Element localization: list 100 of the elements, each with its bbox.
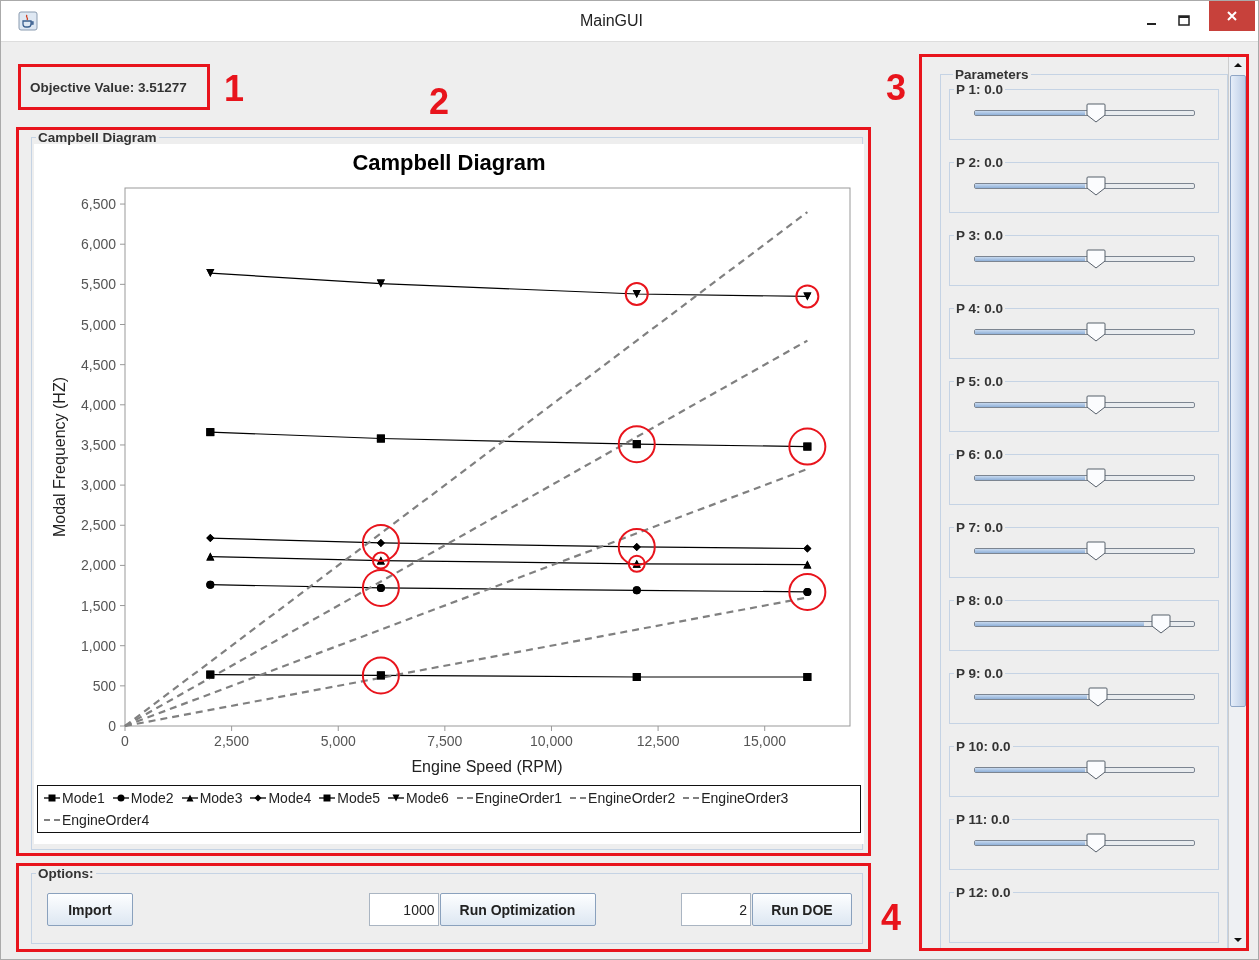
slider-thumb[interactable]: [1085, 103, 1106, 123]
slider-label: P 3: 0.0: [955, 228, 1005, 243]
highlight-circle: [617, 425, 656, 464]
slider-thumb[interactable]: [1087, 687, 1108, 707]
close-icon: [1226, 10, 1238, 22]
chart-title: Campbell Diagram: [352, 150, 546, 175]
point: [632, 586, 641, 595]
legend-label: Mode3: [199, 790, 243, 806]
marker-line-icon: [318, 793, 337, 803]
legend-label: EngineOrder2: [588, 790, 676, 806]
slider-thumb[interactable]: [1085, 833, 1106, 853]
slider-thumb[interactable]: [1085, 176, 1106, 196]
legend-label: Mode5: [337, 790, 381, 806]
legend-label: EngineOrder1: [474, 790, 563, 806]
y-tick-label: 0: [108, 718, 116, 734]
panel-title: Options:: [37, 866, 95, 881]
y-tick-label: 2,000: [80, 557, 116, 574]
y-tick-label: 4,000: [80, 396, 116, 413]
x-tick-label: 10,000: [530, 733, 573, 749]
slider-thumb[interactable]: [1085, 322, 1106, 342]
point: [206, 580, 215, 589]
y-tick-label: 5,000: [80, 316, 116, 333]
x-tick-label: 7,500: [427, 733, 463, 749]
slider-label: P 4: 0.0: [955, 301, 1005, 316]
y-tick-label: 500: [92, 677, 116, 694]
x-tick-label: 12,500: [636, 733, 680, 749]
point: [803, 673, 812, 682]
window-title: MainGUI: [579, 12, 644, 30]
run-doe-button[interactable]: Run DOE: [752, 893, 852, 926]
legend-label: Mode2: [130, 790, 174, 806]
highlight-circle: [624, 282, 649, 306]
legend-label: Mode1: [62, 790, 105, 806]
point: [376, 279, 385, 288]
legend-label: Mode6: [406, 790, 449, 806]
y-tick-label: 5,500: [80, 276, 116, 293]
scrollbar-thumb[interactable]: [1229, 75, 1246, 707]
slider-label: P 9: 0.0: [955, 666, 1005, 681]
callout-number: 3: [886, 70, 907, 106]
y-tick-label: 3,500: [80, 436, 116, 453]
import-button[interactable]: Import: [47, 893, 133, 926]
point: [803, 544, 812, 553]
slider-label: P 10: 0.0: [955, 739, 1012, 754]
slider-thumb[interactable]: [1085, 468, 1106, 488]
y-tick-label: 2,500: [80, 517, 116, 534]
slider-label: P 2: 0.0: [955, 155, 1005, 170]
callout-number: 1: [224, 71, 245, 107]
slider-label: P 11: 0.0: [955, 812, 1011, 827]
highlight-circle: [795, 284, 820, 309]
x-tick-label: 15,000: [743, 733, 787, 749]
coffee-cup-icon: [18, 11, 38, 31]
point: [206, 428, 215, 437]
marker-line-icon: [180, 793, 199, 803]
marker-line-icon: [43, 793, 61, 803]
slider-label: P 6: 0.0: [955, 447, 1005, 462]
x-tick-label: 5,000: [320, 733, 356, 749]
legend-label: EngineOrder4: [62, 812, 150, 828]
slider-thumb[interactable]: [1085, 395, 1106, 415]
point: [206, 269, 215, 278]
y-tick-label: 6,000: [80, 236, 116, 253]
point: [206, 534, 215, 543]
slider-label: P 7: 0.0: [955, 520, 1005, 535]
run-optimization-button[interactable]: Run Optimization: [439, 893, 596, 926]
slider-thumb[interactable]: [1151, 614, 1172, 634]
maximize-icon[interactable]: [1177, 14, 1191, 28]
x-tick-label: 0: [121, 733, 129, 749]
point: [206, 552, 215, 561]
point: [206, 670, 215, 679]
slider-thumb[interactable]: [1085, 541, 1106, 561]
highlight-circle: [361, 656, 400, 695]
marker-line-icon: [387, 793, 406, 803]
x-axis-label: Engine Speed (RPM): [411, 758, 563, 775]
highlight-circle: [788, 572, 827, 611]
close-button[interactable]: [1209, 1, 1255, 31]
legend-label: Mode4: [268, 790, 312, 806]
doe-count-field[interactable]: 2: [681, 893, 751, 926]
slider-label: P 1: 0.0: [955, 82, 1005, 97]
legend-label: EngineOrder3: [701, 790, 789, 806]
marker-line-icon: [249, 793, 268, 803]
marker-line-icon: [111, 793, 130, 803]
objective-value: Objective Value: 3.51277: [30, 79, 187, 95]
slider-thumb[interactable]: [1085, 760, 1106, 780]
panel-title: Campbell Diagram: [37, 130, 158, 145]
x-tick-label: 2,500: [214, 733, 250, 749]
y-axis-label: Modal Frequency (HZ): [51, 377, 68, 537]
y-tick-label: 4,500: [80, 356, 116, 373]
highlight-circle: [788, 427, 827, 466]
y-tick-label: 1,000: [80, 637, 116, 654]
y-tick-label: 3,000: [80, 477, 116, 494]
slider-thumb[interactable]: [1085, 249, 1106, 269]
panel-title: Parameters: [954, 67, 1030, 82]
point: [376, 434, 385, 443]
slider-label: P 12: 0.0: [955, 885, 1012, 900]
callout-number: 4: [880, 900, 901, 936]
slider-label: P 5: 0.0: [955, 374, 1005, 389]
scrollbar[interactable]: [1228, 57, 1246, 948]
point: [803, 560, 812, 569]
slider-label: P 8: 0.0: [955, 593, 1005, 608]
point: [632, 673, 641, 682]
iterations-field[interactable]: 1000: [368, 893, 439, 926]
y-tick-label: 6,500: [80, 196, 116, 213]
